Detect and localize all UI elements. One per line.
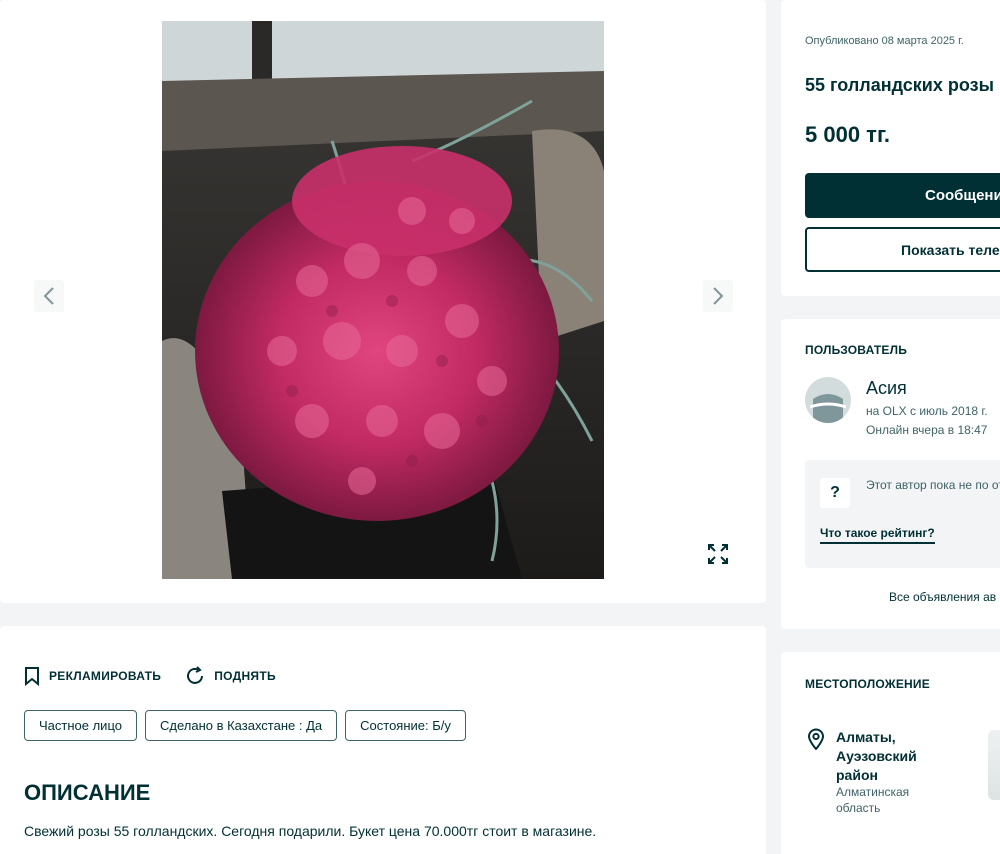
question-icon: ? xyxy=(820,478,850,508)
promote-label: РЕКЛАМИРОВАТЬ xyxy=(49,669,162,683)
rating-box: ? Этот автор пока не по отзыва Что такое… xyxy=(805,460,1000,568)
raise-label: ПОДНЯТЬ xyxy=(214,669,276,683)
chevron-left-icon[interactable] xyxy=(34,280,64,312)
tag-condition: Состояние: Б/у xyxy=(345,710,466,741)
description-title: ОПИСАНИЕ xyxy=(24,780,151,805)
seller-card: ПОЛЬЗОВАТЕЛЬ Асия на OLX с июль 2018 г. … xyxy=(781,319,1000,629)
location-card: МЕСТОПОЛОЖЕНИЕ Алматы, Ауэзовский район … xyxy=(781,652,1000,854)
rating-info-link[interactable]: Что такое рейтинг? xyxy=(820,526,935,544)
photo-gallery xyxy=(0,0,766,603)
ad-title: 55 голландских розы xyxy=(805,75,994,95)
member-since: на OLX с июль 2018 г. xyxy=(866,404,988,418)
refresh-icon xyxy=(187,666,204,684)
seller-section-title: ПОЛЬЗОВАТЕЛЬ xyxy=(805,343,908,357)
expand-icon[interactable] xyxy=(702,538,734,570)
bookmark-icon xyxy=(25,667,39,686)
listing-details: РЕКЛАМИРОВАТЬ ПОДНЯТЬ Частное лицо Сдела… xyxy=(0,626,766,854)
location-section-title: МЕСТОПОЛОЖЕНИЕ xyxy=(805,677,930,691)
attribute-tags: Частное лицо Сделано в Казахстане : Да С… xyxy=(24,710,466,741)
raise-button[interactable]: ПОДНЯТЬ xyxy=(185,666,276,686)
rating-text: Этот автор пока не по отзыва xyxy=(866,478,1000,492)
tag-made-in: Сделано в Казахстане : Да xyxy=(144,710,338,741)
location-city: Алматы, Ауэзовский район xyxy=(836,729,917,783)
avatar[interactable] xyxy=(805,377,851,423)
last-online: Онлайн вчера в 18:47 xyxy=(866,423,988,437)
tag-seller-type: Частное лицо xyxy=(24,710,137,741)
ad-summary-card: Опубликовано 08 марта 2025 г. 55 голланд… xyxy=(781,0,1000,296)
message-button[interactable]: Сообщени xyxy=(805,173,1000,218)
published-date: Опубликовано 08 марта 2025 г. xyxy=(805,35,964,47)
show-phone-button[interactable]: Показать теле xyxy=(805,227,1000,272)
chevron-right-icon[interactable] xyxy=(703,280,733,312)
listing-actions: РЕКЛАМИРОВАТЬ ПОДНЯТЬ xyxy=(24,666,276,686)
all-ads-link[interactable]: Все объявления ав xyxy=(889,590,996,604)
promote-button[interactable]: РЕКЛАМИРОВАТЬ xyxy=(24,666,161,686)
location-region: Алматинская область xyxy=(836,785,910,815)
listing-photo[interactable] xyxy=(162,21,604,579)
description-text: Свежий розы 55 голландских. Сегодня пода… xyxy=(24,823,597,839)
seller-name[interactable]: Асия xyxy=(866,378,907,399)
ad-price: 5 000 тг. xyxy=(805,122,891,147)
map-thumbnail[interactable] xyxy=(988,730,1000,800)
location-pin-icon xyxy=(807,728,825,750)
